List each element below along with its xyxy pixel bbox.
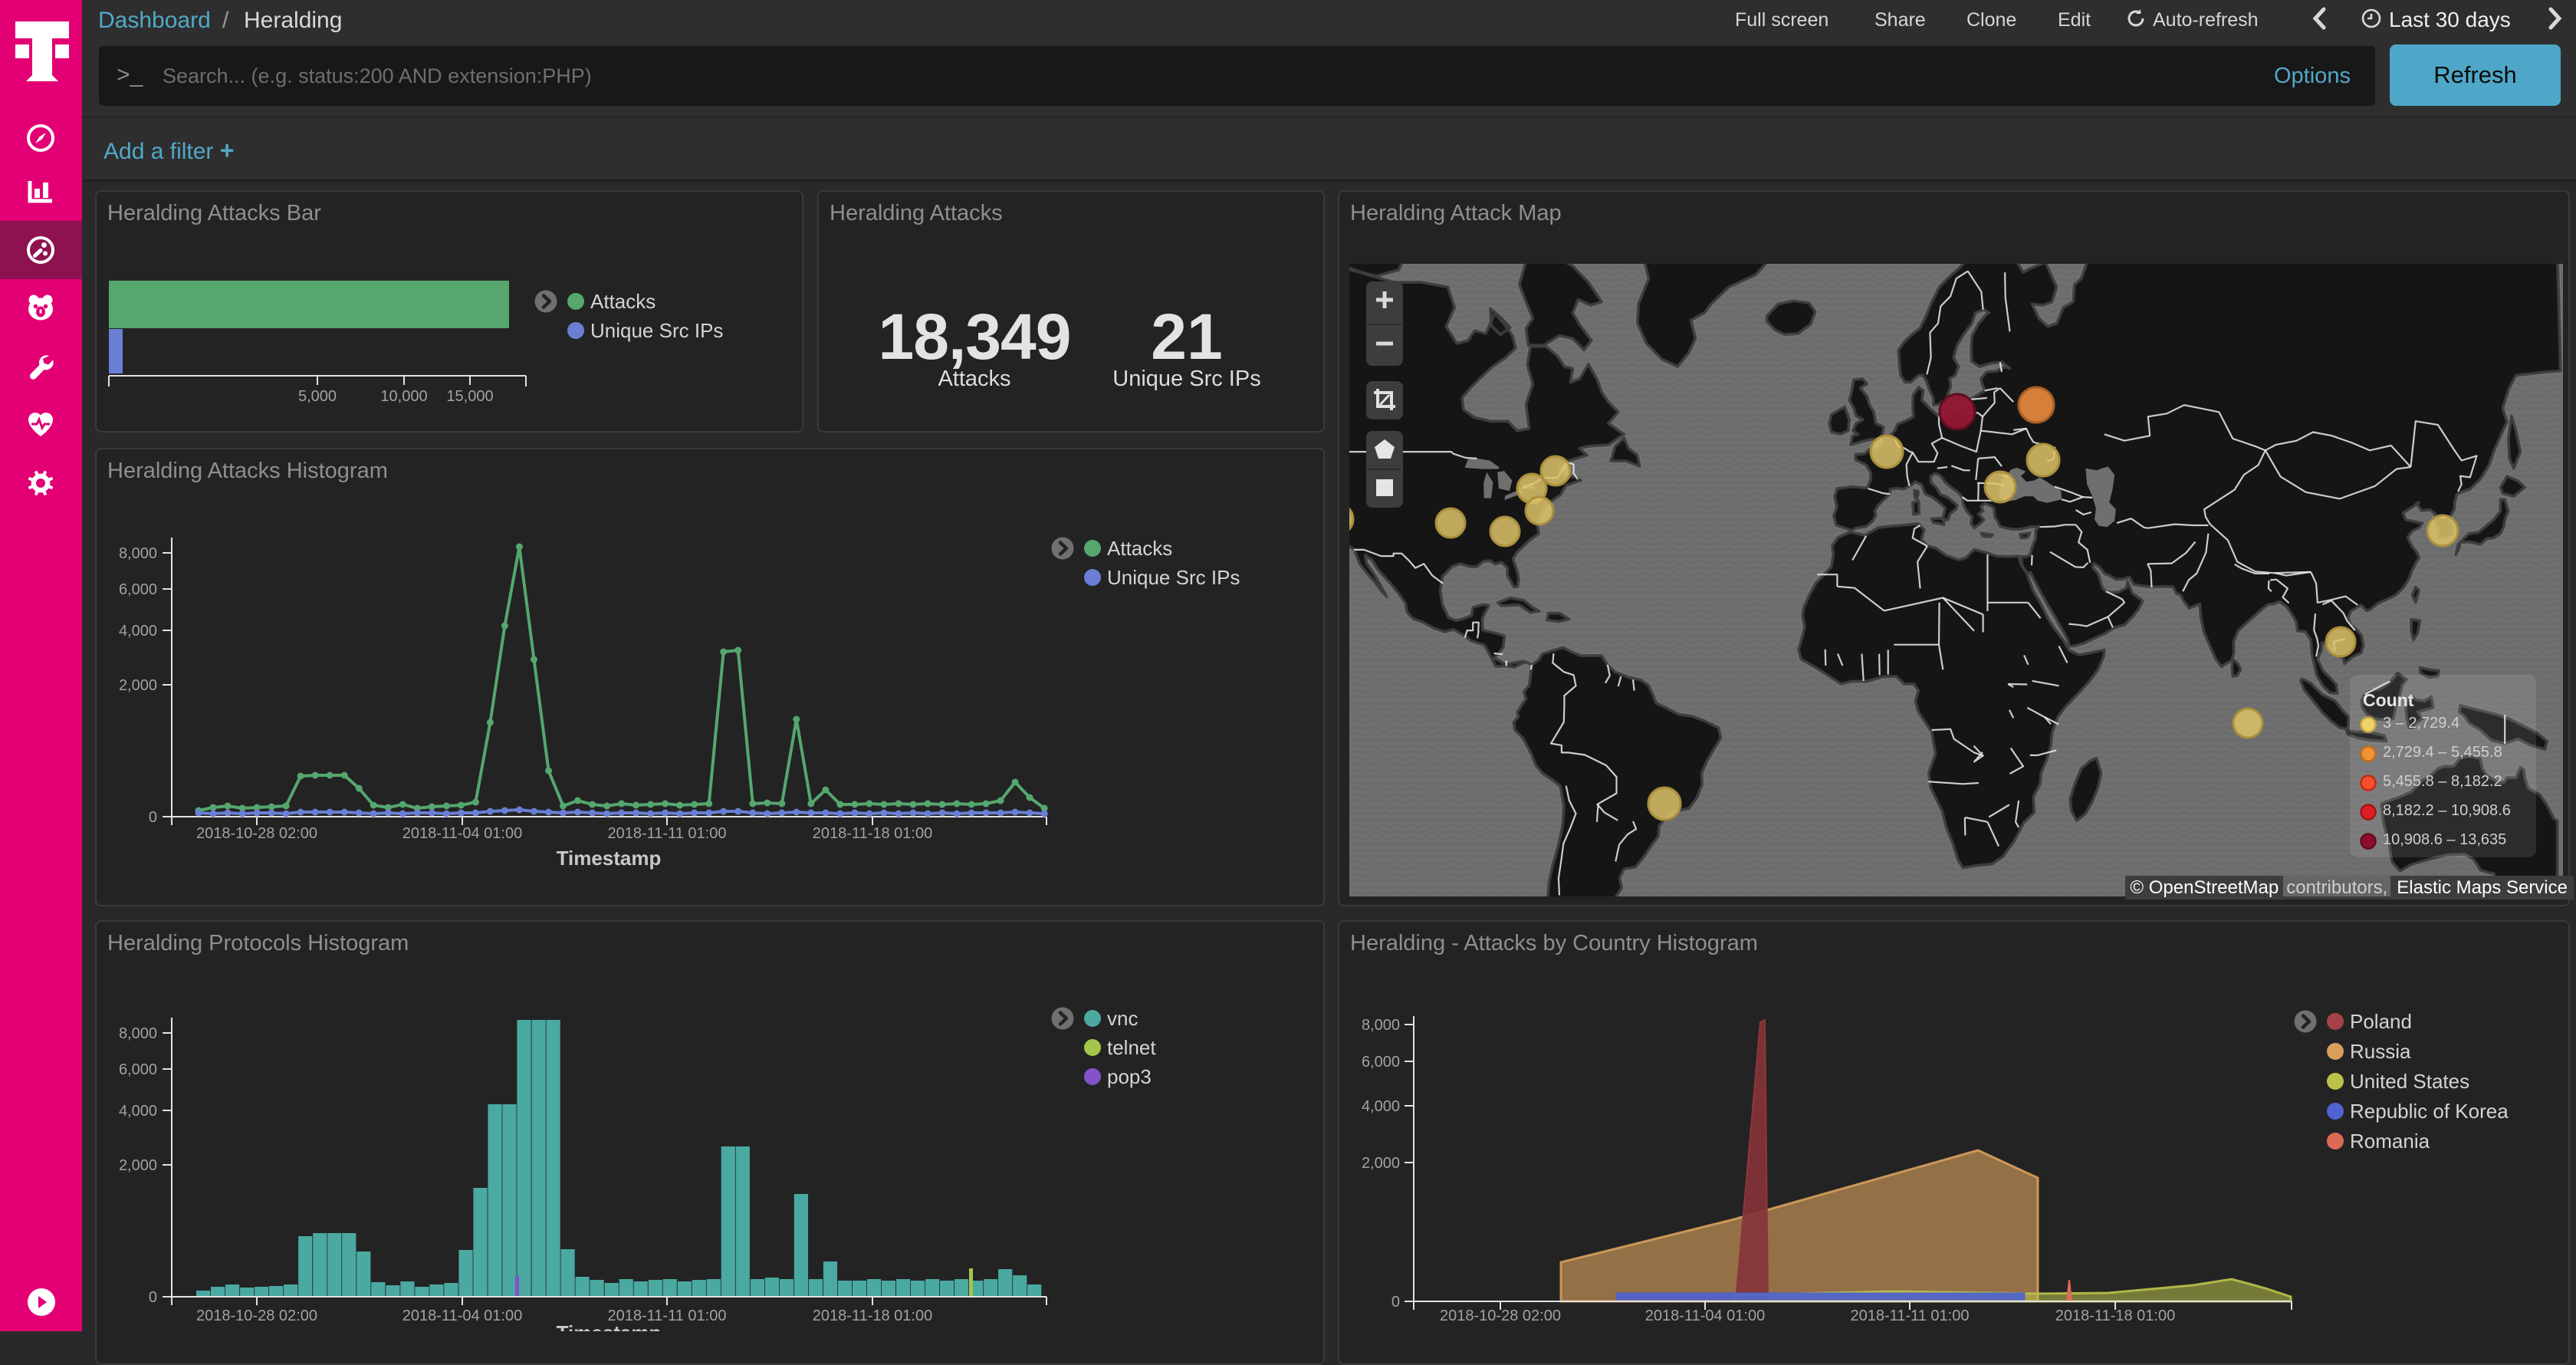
svg-text:8,000: 8,000 (1362, 1017, 1400, 1034)
svg-text:2018-11-04 01:00: 2018-11-04 01:00 (1645, 1307, 1765, 1324)
svg-text:4,000: 4,000 (119, 623, 157, 640)
svg-text:2018-10-28 02:00: 2018-10-28 02:00 (196, 825, 317, 842)
svg-text:2018-11-18 01:00: 2018-11-18 01:00 (813, 825, 932, 842)
svg-text:Timestamp: Timestamp (557, 1321, 662, 1331)
svg-text:2018-11-18 01:00: 2018-11-18 01:00 (813, 1307, 932, 1324)
svg-text:2018-11-04 01:00: 2018-11-04 01:00 (402, 825, 522, 842)
svg-text:8,000: 8,000 (119, 1025, 157, 1042)
svg-text:0: 0 (149, 1289, 157, 1306)
svg-text:2018-10-28 02:00: 2018-10-28 02:00 (196, 1307, 317, 1324)
svg-text:2,000: 2,000 (119, 1157, 157, 1174)
svg-text:6,000: 6,000 (1362, 1054, 1400, 1071)
svg-text:Timestamp: Timestamp (557, 847, 662, 870)
svg-text:2018-11-18 01:00: 2018-11-18 01:00 (2055, 1307, 2175, 1324)
svg-text:2018-11-11 01:00: 2018-11-11 01:00 (1851, 1307, 1970, 1324)
svg-text:0: 0 (1392, 1294, 1400, 1311)
svg-text:2018-10-28 02:00: 2018-10-28 02:00 (1440, 1307, 1561, 1324)
svg-text:8,000: 8,000 (119, 545, 157, 562)
svg-text:4,000: 4,000 (1362, 1098, 1400, 1115)
svg-text:2,000: 2,000 (1362, 1155, 1400, 1172)
svg-text:2,000: 2,000 (119, 677, 157, 694)
svg-text:0: 0 (149, 809, 157, 826)
svg-text:6,000: 6,000 (119, 1061, 157, 1078)
svg-text:4,000: 4,000 (119, 1103, 157, 1120)
svg-text:2018-11-04 01:00: 2018-11-04 01:00 (402, 1307, 522, 1324)
svg-text:5,000: 5,000 (298, 388, 337, 405)
svg-text:6,000: 6,000 (119, 581, 157, 598)
svg-text:10,000: 10,000 (380, 388, 427, 405)
svg-text:15,000: 15,000 (446, 388, 493, 405)
svg-text:2018-11-11 01:00: 2018-11-11 01:00 (608, 825, 727, 842)
